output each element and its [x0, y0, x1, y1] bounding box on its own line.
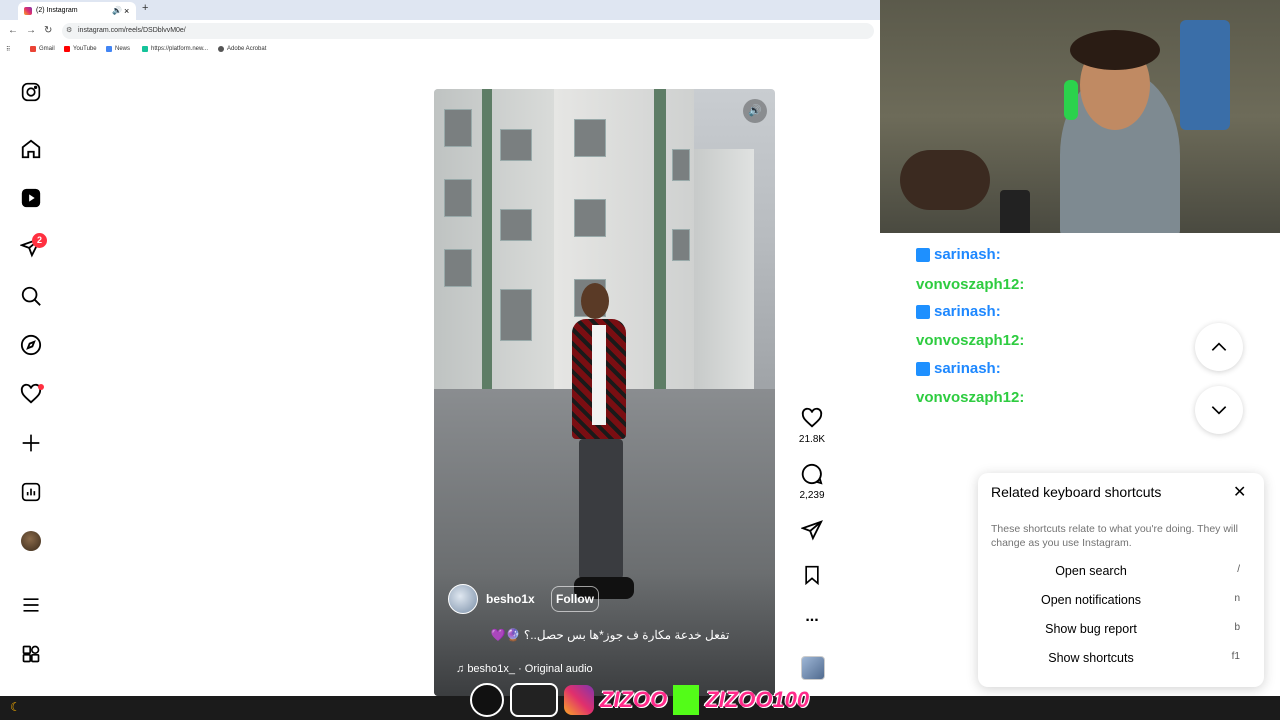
- shortcut-row[interactable]: Open search /: [978, 564, 1264, 584]
- chat-line: sarinash:: [916, 246, 1001, 263]
- comment-count: 2,239: [799, 490, 825, 501]
- news-icon: [106, 46, 112, 52]
- site-info-icon[interactable]: ⚙: [66, 23, 72, 39]
- youtube-icon: [64, 46, 70, 52]
- explore-icon[interactable]: [20, 334, 42, 356]
- stream-branding: ZIZOO ZIZOO100: [470, 682, 809, 718]
- more-options-icon[interactable]: ...: [800, 608, 824, 626]
- keyboard-shortcuts-panel: Related keyboard shortcuts ✕ These short…: [978, 473, 1264, 687]
- bookmark-adobe-acrobat[interactable]: Adobe Acrobat: [218, 46, 266, 52]
- music-note-icon: ♫: [456, 663, 468, 675]
- previous-reel-button[interactable]: [1195, 323, 1243, 371]
- bookmark-platform[interactable]: https://platform.new...: [142, 46, 208, 52]
- reel-caption: تفعل خدعة مكارة ف جوز*ها بس حصل..؟ 🔮💜: [490, 628, 730, 642]
- dashboard-icon[interactable]: [20, 481, 42, 503]
- author-name[interactable]: besho1x: [486, 592, 535, 606]
- comment-icon[interactable]: [800, 463, 824, 490]
- url-field[interactable]: ⚙ instagram.com/reels/DSDblvvM0e/: [62, 23, 874, 39]
- bookmarks-bar: ⠿ Gmail YouTube News https://platform.ne…: [0, 42, 880, 58]
- url-text: instagram.com/reels/DSDblvvM0e/: [78, 27, 186, 34]
- audio-toggle-icon[interactable]: 🔊: [743, 99, 767, 123]
- tiktok-icon: [470, 683, 504, 717]
- platform-icon: [142, 46, 148, 52]
- also-from-meta-icon[interactable]: [20, 643, 42, 665]
- author-avatar[interactable]: [448, 584, 478, 614]
- chevron-up-icon: [1211, 342, 1227, 351]
- bookmark-gmail[interactable]: Gmail: [30, 46, 55, 52]
- chat-line: sarinash:: [916, 360, 1001, 377]
- chat-line: vonvoszaph12:: [916, 276, 1025, 293]
- chat-badge-icon: [916, 247, 930, 262]
- audio-attribution[interactable]: ♫ besho1x_ · Original audio: [456, 663, 593, 675]
- globe-icon: [218, 46, 224, 52]
- bookmark-news[interactable]: News: [106, 46, 130, 52]
- reels-icon[interactable]: [20, 187, 42, 209]
- profile-avatar[interactable]: [20, 530, 42, 552]
- instagram-icon: [564, 685, 594, 715]
- instagram-logo-icon[interactable]: [20, 81, 42, 103]
- tab-close-icon[interactable]: ×: [124, 2, 129, 20]
- like-heart-icon[interactable]: [800, 407, 824, 434]
- kick-icon: [673, 685, 700, 715]
- save-bookmark-icon[interactable]: [800, 565, 824, 590]
- gmail-icon: [30, 46, 36, 52]
- tab-audio-icon[interactable]: 🔊: [112, 2, 122, 20]
- shortcut-row[interactable]: Show shortcuts f1: [978, 651, 1264, 671]
- home-icon[interactable]: [20, 138, 42, 160]
- brand-text: ZIZOO100: [705, 687, 810, 712]
- chat-badge-icon: [916, 304, 930, 319]
- tab-title: (2) Instagram: [36, 7, 78, 14]
- create-plus-icon[interactable]: [20, 432, 42, 454]
- follow-button[interactable]: Follow: [551, 586, 599, 612]
- like-count: 21.8K: [798, 434, 826, 445]
- reload-icon[interactable]: ↻: [44, 25, 52, 36]
- notification-dot: [38, 384, 44, 390]
- shortcuts-title: Related keyboard shortcuts: [991, 484, 1162, 500]
- apps-grid-icon[interactable]: ⠿: [6, 46, 10, 53]
- brand-text: ZIZOO: [600, 687, 668, 712]
- browser-tab[interactable]: (2) Instagram 🔊 ×: [18, 2, 136, 20]
- shortcut-row[interactable]: Show bug report b: [978, 622, 1264, 642]
- close-icon[interactable]: ✕: [1233, 482, 1246, 502]
- messages-badge: 2: [32, 233, 47, 248]
- back-arrow-icon[interactable]: ←: [8, 25, 18, 36]
- weather-icon[interactable]: ☾: [10, 700, 21, 714]
- search-icon[interactable]: [20, 285, 42, 307]
- chat-line: vonvoszaph12:: [916, 332, 1025, 349]
- youtube-icon: [510, 683, 558, 717]
- more-menu-icon[interactable]: [20, 594, 42, 616]
- next-reel-button[interactable]: [1195, 386, 1243, 434]
- shortcut-row[interactable]: Open notifications n: [978, 593, 1264, 613]
- reel-video[interactable]: 🔊 besho1x Follow تفعل خدعة مكارة ف جوز*ه…: [434, 89, 775, 696]
- shortcuts-description: These shortcuts relate to what you're do…: [991, 523, 1238, 549]
- instagram-favicon-icon: [24, 7, 32, 15]
- audio-thumbnail[interactable]: [801, 656, 825, 680]
- forward-arrow-icon[interactable]: →: [26, 25, 36, 36]
- webcam-feed: [880, 0, 1280, 233]
- chevron-down-icon: [1211, 406, 1227, 415]
- bookmark-youtube[interactable]: YouTube: [64, 46, 97, 52]
- chat-badge-icon: [916, 361, 930, 376]
- share-icon[interactable]: [800, 519, 824, 546]
- new-tab-button[interactable]: +: [142, 2, 148, 14]
- chat-line: sarinash:: [916, 303, 1001, 320]
- chat-line: vonvoszaph12:: [916, 389, 1025, 406]
